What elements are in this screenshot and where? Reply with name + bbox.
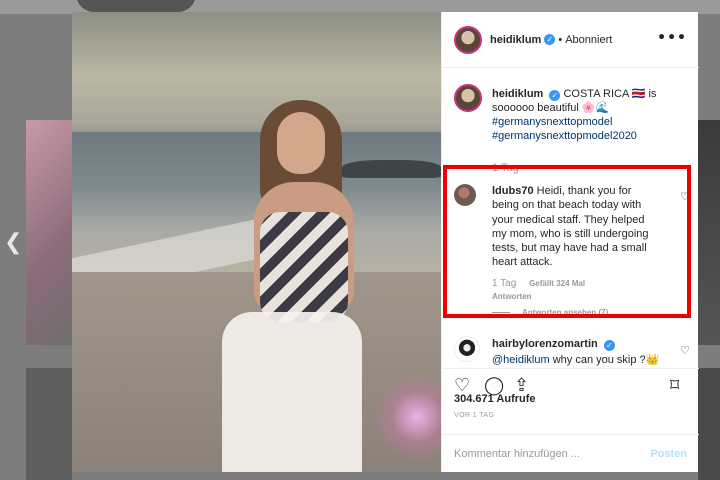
reply-button[interactable]: Antworten — [492, 292, 532, 301]
background-post-thumbnail[interactable] — [698, 368, 720, 480]
post-video[interactable] — [72, 12, 441, 472]
verified-badge-icon: ✓ — [544, 34, 556, 45]
caption-username[interactable]: heidiklum — [492, 88, 543, 100]
comment-input[interactable] — [454, 445, 634, 463]
commenter-username[interactable]: hairbylorenzomartin — [492, 338, 598, 350]
caption-timestamp[interactable]: 1 Tag — [492, 162, 519, 174]
hashtag-link[interactable]: #germanysnexttopmodel2020 — [492, 129, 692, 143]
author-username[interactable]: heidiklum — [490, 34, 541, 46]
view-count[interactable]: 304.671 Aufrufe — [454, 393, 536, 405]
media-person-face — [277, 112, 325, 174]
view-replies-label: Antworten ansehen (7) — [522, 308, 609, 317]
header-separator: • — [558, 33, 563, 46]
like-comment-heart-icon[interactable]: ♡ — [680, 190, 690, 203]
media-person-skirt — [222, 312, 362, 472]
background-profile-strip — [76, 0, 196, 12]
post-date[interactable]: VOR 1 TAG — [454, 412, 494, 419]
comment-text-block: hairbylorenzomartin ✓ @heidiklum why can… — [492, 336, 682, 368]
mention-link[interactable]: @heidiklum — [492, 354, 550, 366]
post-comment-button[interactable]: Posten — [650, 448, 687, 460]
comment-meta: 1 Tag Gefällt 324 Mal — [492, 278, 585, 289]
caption-author-avatar[interactable] — [454, 84, 482, 112]
comment-input-row: Posten — [442, 434, 699, 472]
background-post-thumbnail[interactable] — [26, 368, 72, 480]
verified-badge-icon: ✓ — [603, 340, 615, 351]
post-header: heidiklum ✓ • Abonniert ••• — [442, 12, 699, 68]
post-side-panel: heidiklum ✓ • Abonniert ••• heidiklum ✓ … — [441, 12, 699, 472]
verified-badge-icon: ✓ — [549, 90, 561, 101]
comment-timestamp[interactable]: 1 Tag — [492, 278, 516, 289]
background-post-thumbnail[interactable] — [698, 120, 720, 345]
caption-text-block: heidiklum ✓ COSTA RICA 🇨🇷 is soooooo bea… — [492, 87, 692, 143]
comment-text: why can you skip ?👑 — [552, 354, 660, 366]
media-rocks — [342, 160, 441, 178]
author-avatar[interactable] — [454, 25, 482, 54]
media-person-swimsuit — [260, 212, 348, 322]
view-replies-button[interactable]: Antworten ansehen (7) — [492, 308, 608, 317]
comment-text-block: ldubs70 Heidi, thank you for being on th… — [492, 184, 658, 270]
like-comment-heart-icon[interactable]: ♡ — [680, 344, 690, 357]
commenter-avatar[interactable] — [454, 184, 476, 206]
comment-likes[interactable]: Gefällt 324 Mal — [529, 279, 585, 288]
follow-status[interactable]: Abonniert — [565, 34, 612, 46]
previous-post-arrow-icon[interactable]: ❮ — [4, 230, 22, 255]
post-modal: heidiklum ✓ • Abonniert ••• heidiklum ✓ … — [72, 12, 699, 472]
comment-text: Heidi, thank you for being on that beach… — [492, 185, 649, 269]
commenter-username[interactable]: ldubs70 — [492, 185, 534, 197]
bookmark-icon[interactable]: ⌑ — [670, 377, 679, 395]
hashtag-link[interactable]: #germanysnexttopmodel — [492, 115, 692, 129]
commenter-avatar[interactable] — [454, 336, 480, 362]
view-replies-line — [492, 312, 510, 313]
background-post-thumbnail[interactable] — [26, 120, 72, 345]
more-options-icon[interactable]: ••• — [657, 30, 687, 46]
